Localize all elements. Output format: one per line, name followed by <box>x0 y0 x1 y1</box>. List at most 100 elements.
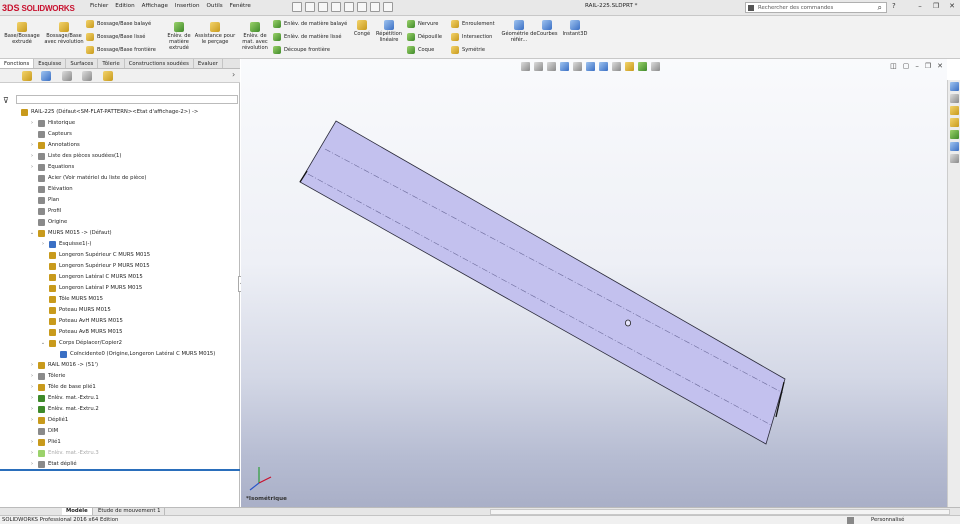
ribbon-button-4[interactable]: Enlèv. de mat. avec révolution <box>239 22 271 51</box>
tree-item[interactable]: Longeron Supérieur C MURS M015 <box>0 250 240 261</box>
ribbon-button-6[interactable]: Répétition linéaire <box>373 20 405 43</box>
expand-toggle-icon[interactable]: › <box>29 371 35 382</box>
search-icon[interactable]: ⌕ <box>878 3 882 13</box>
tree-item[interactable]: Longeron Latéral C MURS M015 <box>0 272 240 283</box>
tree-item[interactable]: Acier (Voir matériel du liste de pièce) <box>0 173 240 184</box>
rebuild-icon[interactable] <box>370 2 380 12</box>
ribbon-button-2[interactable]: Enlèv. de matière extrudé <box>164 22 194 51</box>
ribbon-button-0[interactable]: Base/Bossage extrudé <box>2 22 42 45</box>
tree-item[interactable]: Plan <box>0 195 240 206</box>
help-button[interactable]: ? <box>892 2 896 10</box>
expand-toggle-icon[interactable]: › <box>29 437 35 448</box>
rollback-bar[interactable] <box>0 469 240 471</box>
tree-item[interactable]: ⌄ Corps Déplacer/Copier2 <box>0 338 240 349</box>
ribbon-small-button[interactable]: Enlèv. de matière balayé <box>273 20 347 28</box>
options-icon[interactable] <box>383 2 393 12</box>
select-icon[interactable] <box>357 2 367 12</box>
tree-item[interactable]: › Liste des pièces soudées(1) <box>0 151 240 162</box>
search-commands-input[interactable]: Rechercher des commandes ⌕ <box>745 2 887 13</box>
ribbon-button-1[interactable]: Bossage/Base avec révolution <box>43 22 85 45</box>
tree-item[interactable]: Longeron Supérieur P MURS M015 <box>0 261 240 272</box>
design-library-icon[interactable] <box>950 106 959 115</box>
ribbon-button-8[interactable]: Courbes <box>536 20 558 37</box>
appearances-icon[interactable] <box>950 142 959 151</box>
menu-item-1[interactable]: Edition <box>115 3 134 9</box>
save-icon[interactable] <box>318 2 328 12</box>
expand-toggle-icon[interactable]: › <box>29 151 35 162</box>
ribbon-button-7[interactable]: Géométrie de référ... <box>501 20 537 43</box>
feature-manager-tab-icon[interactable] <box>22 71 32 81</box>
tree-filter-input[interactable]: ⊽ <box>3 95 238 105</box>
expand-toggle-icon[interactable]: › <box>29 415 35 426</box>
tree-item[interactable]: Poteau MURS M015 <box>0 305 240 316</box>
home-icon[interactable] <box>950 82 959 91</box>
open-icon[interactable] <box>305 2 315 12</box>
tree-item[interactable]: › RAIL M016 -> (51') <box>0 360 240 371</box>
expand-toggle-icon[interactable]: ⌄ <box>40 338 46 349</box>
expand-toggle-icon[interactable]: › <box>29 360 35 371</box>
units-selector[interactable]: Personnalisé <box>871 517 904 523</box>
ribbon-small-button[interactable]: Découpe frontière <box>273 46 330 54</box>
tree-item[interactable]: › Enlèv. mat.-Extru.3 <box>0 448 240 459</box>
tree-item[interactable]: › Esquisse1(-) <box>0 239 240 250</box>
tab-0[interactable]: Fonctions <box>0 59 35 68</box>
ribbon-small-button[interactable]: Enlèv. de matière lissé <box>273 33 341 41</box>
flat-pattern-body[interactable] <box>299 120 786 445</box>
tab-5[interactable]: Evaluer <box>194 59 223 68</box>
tree-item[interactable]: › Déplié1 <box>0 415 240 426</box>
minimize-icon[interactable]: – <box>915 2 925 10</box>
tree-item[interactable]: Tôle MURS M015 <box>0 294 240 305</box>
property-manager-tab-icon[interactable] <box>41 71 51 81</box>
menu-item-4[interactable]: Outils <box>207 3 223 9</box>
search-scope-icon[interactable] <box>748 5 754 11</box>
tab-3[interactable]: Tôlerie <box>98 59 125 68</box>
expand-toggle-icon[interactable]: › <box>29 382 35 393</box>
tree-item[interactable]: › Plié1 <box>0 437 240 448</box>
ribbon-button-3[interactable]: Assistance pour le perçage <box>194 22 236 45</box>
tree-item[interactable]: › Enlèv. mat.-Extru.1 <box>0 393 240 404</box>
tab-4[interactable]: Constructions soudées <box>125 59 194 68</box>
panel-expand-icon[interactable]: › <box>232 70 235 79</box>
tree-item[interactable]: Origine <box>0 217 240 228</box>
expand-toggle-icon[interactable]: › <box>29 118 35 129</box>
expand-toggle-icon[interactable]: › <box>29 162 35 173</box>
view-palette-icon[interactable] <box>950 130 959 139</box>
tree-item[interactable]: Longeron Latéral P MURS M015 <box>0 283 240 294</box>
ribbon-small-button[interactable]: Bossage/Base lissé <box>86 33 145 41</box>
ribbon-small-button[interactable]: Coque <box>407 46 434 54</box>
ribbon-small-button[interactable]: Nervure <box>407 20 438 28</box>
resources-icon[interactable] <box>950 94 959 103</box>
expand-toggle-icon[interactable]: › <box>29 393 35 404</box>
custom-properties-icon[interactable] <box>950 154 959 163</box>
menu-item-0[interactable]: Fichier <box>90 3 108 9</box>
expand-toggle-icon[interactable]: › <box>29 448 35 459</box>
ribbon-button-5[interactable]: Congé <box>352 20 372 37</box>
configuration-manager-tab-icon[interactable] <box>62 71 72 81</box>
solidworks-logo[interactable]: 3DS SOLIDWORKS <box>2 2 75 14</box>
tree-item[interactable]: Poteau AvB MURS M015 <box>0 327 240 338</box>
new-document-icon[interactable] <box>292 2 302 12</box>
tab-1[interactable]: Esquisse <box>34 59 67 68</box>
tree-item[interactable]: › Tôle de base plié1 <box>0 382 240 393</box>
expand-toggle-icon[interactable]: › <box>40 239 46 250</box>
expand-toggle-icon[interactable]: › <box>29 404 35 415</box>
restore-icon[interactable]: ❐ <box>931 2 941 10</box>
expand-toggle-icon[interactable]: ⌄ <box>29 228 35 239</box>
ribbon-small-button[interactable]: Intersection <box>451 33 492 41</box>
tree-item[interactable]: RAIL-225 (Défaut<SM-FLAT-PATTERN><Etat d… <box>0 107 240 118</box>
display-manager-tab-icon[interactable] <box>103 71 113 81</box>
hole-feature[interactable] <box>624 319 631 327</box>
tree-item[interactable]: Elévation <box>0 184 240 195</box>
tree-item[interactable]: › Historique <box>0 118 240 129</box>
tree-item[interactable]: › Equations <box>0 162 240 173</box>
tab-2[interactable]: Surfaces <box>66 59 99 68</box>
tab-motion-study[interactable]: Etude de mouvement 1 <box>94 508 166 515</box>
tree-item[interactable]: Coïncidente0 (Origine,Longeron Latéral C… <box>0 349 240 360</box>
tree-item[interactable]: Capteurs <box>0 129 240 140</box>
ribbon-small-button[interactable]: Enroulement <box>451 20 495 28</box>
expand-toggle-icon[interactable]: › <box>29 140 35 151</box>
menu-item-3[interactable]: Insertion <box>175 3 200 9</box>
tab-model[interactable]: Modèle <box>62 508 93 515</box>
graphics-area[interactable]: ◫ ▢ – ❐ ✕ *Isométrique <box>241 59 947 512</box>
tree-item[interactable]: › Annotations <box>0 140 240 151</box>
